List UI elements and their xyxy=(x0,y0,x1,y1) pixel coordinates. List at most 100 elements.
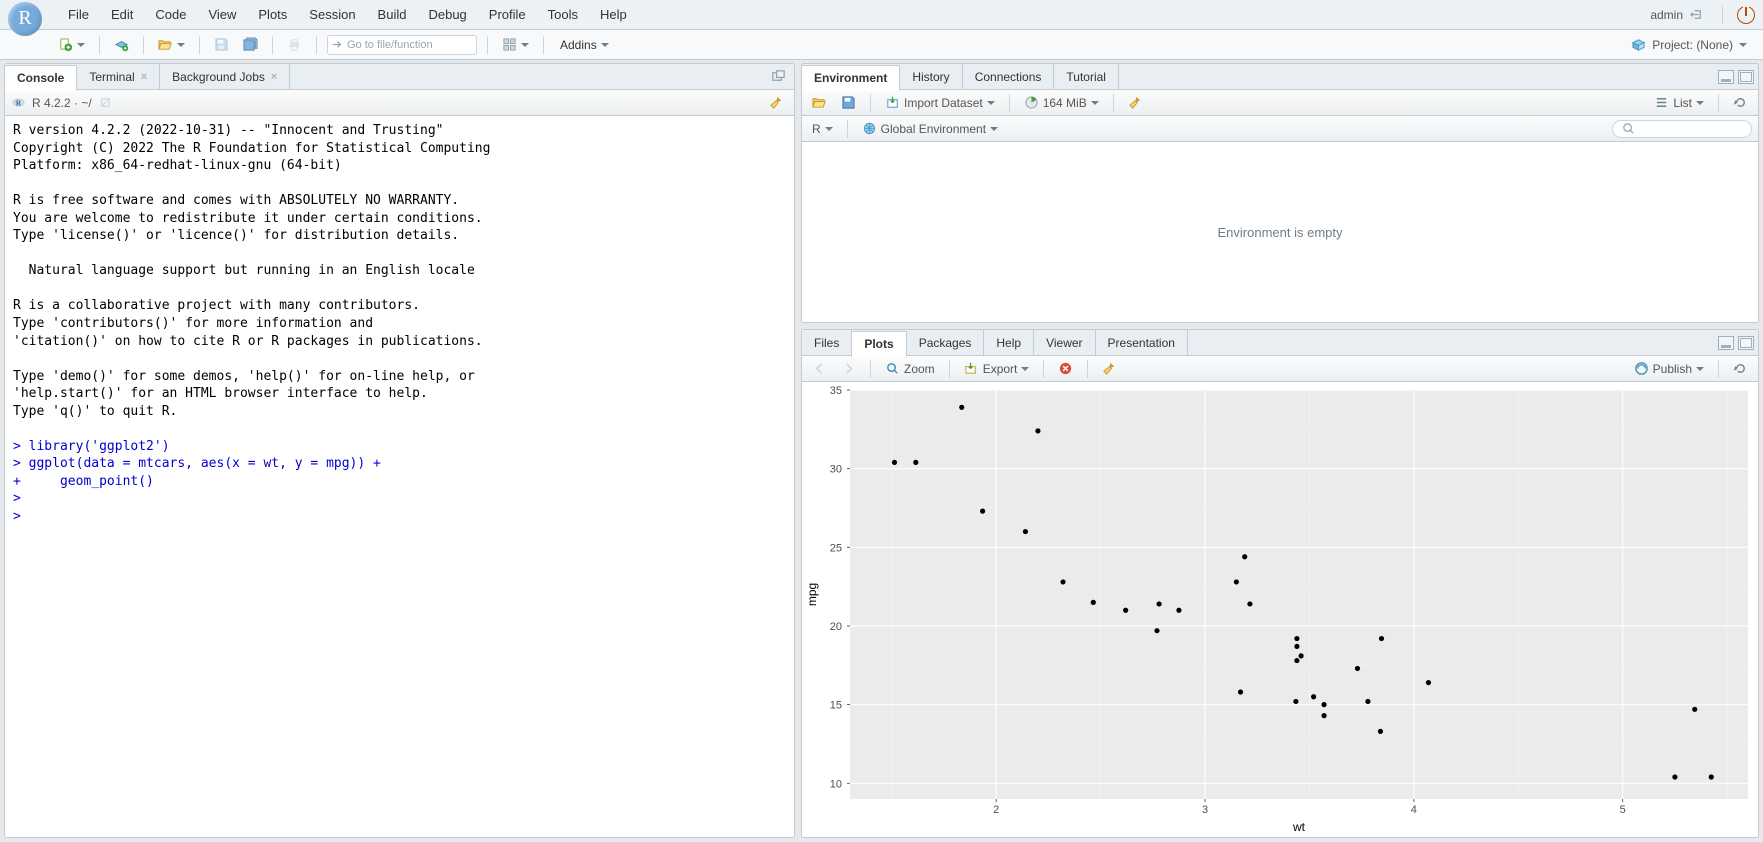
plot-publish-button[interactable]: Publish xyxy=(1630,360,1708,377)
search-icon xyxy=(1621,121,1636,136)
tab-label: Packages xyxy=(919,336,972,350)
tab-label: Environment xyxy=(814,71,887,85)
addins-button[interactable]: Addins xyxy=(554,36,615,54)
tab-terminal[interactable]: Terminal × xyxy=(77,64,160,89)
print-button[interactable] xyxy=(283,36,306,53)
console-toolbar: R R 4.2.2 · ~/ xyxy=(5,90,794,116)
menu-plots[interactable]: Plots xyxy=(248,3,297,26)
menu-edit[interactable]: Edit xyxy=(101,3,143,26)
plots-tabstrip: Files Plots Packages Help Viewer Presentation xyxy=(802,330,1758,356)
tab-label: Viewer xyxy=(1046,336,1082,350)
tab-viewer[interactable]: Viewer xyxy=(1034,330,1095,355)
project-label: Project: (None) xyxy=(1652,38,1733,52)
popout-window-icon[interactable] xyxy=(771,69,786,84)
tab-packages[interactable]: Packages xyxy=(907,330,985,355)
new-file-icon xyxy=(58,37,73,52)
maximize-pane-button[interactable] xyxy=(1738,336,1754,350)
clear-env-button[interactable] xyxy=(1124,94,1147,111)
plot-remove-button[interactable] xyxy=(1054,360,1077,377)
export-icon xyxy=(964,361,979,376)
new-project-icon xyxy=(114,37,129,52)
svg-text:mpg: mpg xyxy=(805,583,819,606)
tab-environment[interactable]: Environment xyxy=(802,65,900,91)
save-all-button[interactable] xyxy=(239,36,262,53)
console-output[interactable]: R version 4.2.2 (2022-10-31) -- "Innocen… xyxy=(5,116,794,837)
plot-refresh-button[interactable] xyxy=(1729,360,1752,377)
tab-label: Plots xyxy=(864,337,893,351)
goto-arrow-icon xyxy=(330,37,345,52)
env-language-button[interactable]: R xyxy=(808,121,837,137)
console-tabstrip: Console Terminal × Background Jobs × xyxy=(5,64,794,90)
svg-text:10: 10 xyxy=(830,778,842,790)
grid-icon xyxy=(502,37,517,52)
close-icon[interactable]: × xyxy=(271,71,277,83)
save-workspace-button[interactable] xyxy=(837,94,860,111)
tab-history[interactable]: History xyxy=(900,64,962,89)
tab-connections[interactable]: Connections xyxy=(963,64,1055,89)
menu-view[interactable]: View xyxy=(198,3,246,26)
plot-next-button[interactable] xyxy=(837,360,860,377)
open-file-button[interactable] xyxy=(154,36,189,53)
main-toolbar: Addins Project: (None) xyxy=(0,30,1763,60)
env-view-mode-button[interactable]: List xyxy=(1650,94,1708,111)
plot-prev-button[interactable] xyxy=(808,360,831,377)
env-scope-button[interactable]: Global Environment xyxy=(858,120,1002,137)
tab-files[interactable]: Files xyxy=(802,330,852,355)
import-dataset-button[interactable]: Import Dataset xyxy=(881,94,999,111)
pane-layout-button[interactable] xyxy=(498,36,533,53)
go-to-file[interactable] xyxy=(327,35,477,55)
clear-console-button[interactable] xyxy=(765,94,788,111)
close-icon[interactable]: × xyxy=(141,71,147,83)
tab-background-jobs[interactable]: Background Jobs × xyxy=(160,64,290,89)
project-menu[interactable]: Project: (None) xyxy=(1625,35,1753,54)
menu-file[interactable]: File xyxy=(58,3,99,26)
maximize-pane-button[interactable] xyxy=(1738,70,1754,84)
console-detach-icon[interactable] xyxy=(98,95,113,110)
r-chip-icon: R xyxy=(11,95,26,110)
environment-scope-toolbar: R Global Environment xyxy=(802,116,1758,142)
minimize-pane-button[interactable] xyxy=(1718,336,1734,350)
svg-text:2: 2 xyxy=(993,804,999,816)
project-cube-icon xyxy=(1631,37,1646,52)
save-all-icon xyxy=(243,37,258,52)
menu-tools[interactable]: Tools xyxy=(538,3,588,26)
load-workspace-button[interactable] xyxy=(808,94,831,111)
console-version-label: R 4.2.2 · ~/ xyxy=(32,96,92,110)
refresh-env-button[interactable] xyxy=(1729,94,1752,111)
svg-text:15: 15 xyxy=(830,700,842,712)
tab-label: Background Jobs xyxy=(172,70,265,84)
app-logo: R xyxy=(8,2,42,36)
tab-plots[interactable]: Plots xyxy=(851,331,906,357)
memory-usage-button[interactable]: 164 MiB xyxy=(1020,94,1103,111)
tab-help[interactable]: Help xyxy=(984,330,1034,355)
menu-help[interactable]: Help xyxy=(590,3,637,26)
tab-presentation[interactable]: Presentation xyxy=(1096,330,1188,355)
env-scope-label: Global Environment xyxy=(881,122,986,136)
menu-build[interactable]: Build xyxy=(368,3,417,26)
menu-session[interactable]: Session xyxy=(299,3,365,26)
tab-console[interactable]: Console xyxy=(5,65,77,91)
minimize-pane-button[interactable] xyxy=(1718,70,1734,84)
menu-code[interactable]: Code xyxy=(145,3,196,26)
plot-clear-all-button[interactable] xyxy=(1098,360,1121,377)
menu-debug[interactable]: Debug xyxy=(418,3,476,26)
env-search-input[interactable] xyxy=(1636,122,1743,136)
menu-profile[interactable]: Profile xyxy=(479,3,536,26)
tab-tutorial[interactable]: Tutorial xyxy=(1054,64,1119,89)
tab-label: Presentation xyxy=(1108,336,1175,350)
arrow-right-icon xyxy=(841,361,856,376)
plot-export-button[interactable]: Export xyxy=(960,360,1034,377)
go-to-file-input[interactable] xyxy=(345,38,470,52)
save-button[interactable] xyxy=(210,36,233,53)
zoom-icon xyxy=(885,361,900,376)
quit-session-button[interactable] xyxy=(1737,6,1755,24)
svg-text:4: 4 xyxy=(1411,804,1417,816)
new-project-button[interactable] xyxy=(110,36,133,53)
new-file-button[interactable] xyxy=(54,36,89,53)
env-search[interactable] xyxy=(1612,120,1752,138)
user-label[interactable]: admin xyxy=(1646,5,1708,24)
tab-label: Terminal xyxy=(89,70,134,84)
plot-zoom-button[interactable]: Zoom xyxy=(881,360,939,377)
plots-pane: Files Plots Packages Help Viewer Presentation xyxy=(801,329,1759,838)
menubar: R FileEditCodeViewPlotsSessionBuildDebug… xyxy=(0,0,1763,30)
